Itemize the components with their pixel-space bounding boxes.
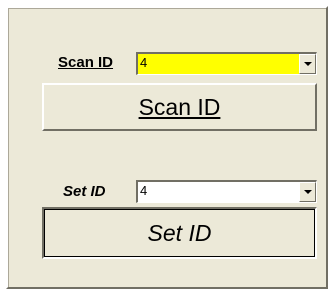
scan-id-button[interactable]: Scan ID — [42, 83, 317, 131]
chevron-down-icon — [304, 62, 312, 66]
set-id-value: 4 — [140, 183, 148, 198]
scan-id-label: Scan ID — [58, 54, 114, 71]
chevron-down-icon — [304, 190, 312, 194]
set-id-label: Set ID — [63, 183, 106, 200]
set-id-combo[interactable]: 4 — [136, 180, 317, 203]
set-id-dropdown-button[interactable] — [299, 182, 316, 202]
scan-id-value: 4 — [140, 55, 148, 70]
set-id-button[interactable]: Set ID — [42, 207, 317, 259]
scan-id-combo[interactable]: 4 — [136, 52, 317, 75]
id-panel: Scan ID 4 Scan ID Set ID 4 Set ID — [6, 6, 328, 289]
scan-id-dropdown-button[interactable] — [299, 54, 316, 74]
